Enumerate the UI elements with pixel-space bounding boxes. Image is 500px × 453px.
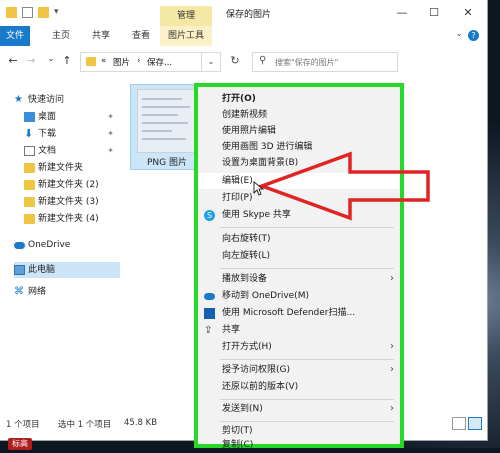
address-toolbar: ← → ⌄ ↑ « 图片 › 保存... ⌄ ↻ ⚲ 搜索"保存的图片" [0, 46, 487, 76]
pin-icon: ✦ [107, 146, 114, 155]
breadcrumb-separator: › [137, 56, 141, 66]
title-bar: ▾ 管理 保存的图片 — ☐ ✕ [0, 0, 487, 26]
submenu-arrow-icon: › [390, 341, 394, 352]
nav-network[interactable]: ⌘ 网络 [14, 284, 120, 300]
menu-separator [220, 359, 394, 360]
desktop-icon [24, 112, 35, 122]
forward-button[interactable]: → [24, 54, 38, 67]
menu-item-share[interactable]: ⇪ 共享 [198, 322, 400, 338]
ribbon-expand-icon[interactable]: ⌄ [455, 29, 463, 39]
checklist-icon[interactable] [22, 7, 33, 18]
mouse-cursor-icon [253, 181, 264, 196]
menu-item-send-to[interactable]: 发送到(N) › [198, 401, 400, 417]
computer-icon [14, 265, 25, 275]
search-placeholder: 搜索"保存的图片" [275, 58, 339, 67]
menu-item-rotate-right[interactable]: 向右旋转(T) [198, 231, 400, 247]
star-icon: ★ [14, 94, 23, 105]
annotation-arrow-icon [258, 151, 430, 221]
breadcrumb-saved[interactable]: 保存... [147, 56, 172, 68]
navigation-pane: ★ 快速访问 桌面 ✦ ⬇ 下载 ✦ 文档 ✦ 新建文件夹 新建文件夹 (2) [0, 80, 122, 410]
selection-count: 选中 1 个项目 [58, 420, 112, 430]
folder-icon [24, 163, 35, 173]
tab-view[interactable]: 查看 [124, 26, 158, 46]
tab-home[interactable]: 主页 [44, 26, 78, 46]
search-icon: ⚲ [259, 55, 267, 66]
nav-desktop[interactable]: 桌面 ✦ [24, 109, 120, 125]
menu-item-rotate-left[interactable]: 向左旋转(L) [198, 248, 400, 264]
menu-item-open-with[interactable]: 打开方式(H) › [198, 339, 400, 355]
nav-new-folder-4[interactable]: 新建文件夹 (4) [24, 211, 120, 227]
qat-dropdown-icon[interactable]: ▾ [54, 7, 65, 18]
menu-item-grant-access[interactable]: 授予访问权限(G) › [198, 362, 400, 378]
submenu-arrow-icon: › [390, 364, 394, 375]
breadcrumb-pictures[interactable]: 图片 [113, 56, 130, 68]
address-dropdown-button[interactable]: ⌄ [202, 52, 221, 72]
nav-quick-access[interactable]: ★ 快速访问 [14, 92, 120, 108]
file-item-png[interactable]: PNG 图片 [130, 84, 204, 170]
menu-item-restore-versions[interactable]: 还原以前的版本(V) [198, 379, 400, 395]
menu-separator [220, 227, 394, 228]
nav-onedrive[interactable]: OneDrive [14, 237, 120, 253]
file-name-label: PNG 图片 [147, 158, 187, 168]
menu-item-move-to-onedrive[interactable]: 移动到 OneDrive(M) [198, 288, 400, 304]
submenu-arrow-icon: › [390, 273, 394, 284]
submenu-arrow-icon: › [390, 403, 394, 414]
image-thumbnail [137, 89, 197, 153]
menu-item-create-video[interactable]: 创建新视频 [198, 107, 400, 123]
breadcrumb-overflow[interactable]: « [101, 56, 106, 66]
item-count: 1 个项目 [6, 420, 40, 430]
tab-file[interactable]: 文件 [0, 26, 30, 46]
ribbon-tabs: 文件 主页 共享 查看 图片工具 ⌄ ? [0, 26, 487, 47]
up-button[interactable]: ↑ [60, 54, 74, 67]
menu-item-defender-scan[interactable]: 使用 Microsoft Defender扫描... [198, 305, 400, 321]
minimize-button[interactable]: — [392, 5, 412, 21]
tab-share[interactable]: 共享 [84, 26, 118, 46]
folder-icon [86, 57, 96, 66]
search-box[interactable]: ⚲ 搜索"保存的图片" [252, 52, 398, 72]
nav-this-pc[interactable]: 此电脑 [14, 262, 120, 278]
cloud-icon [14, 242, 25, 249]
address-bar[interactable]: « 图片 › 保存... [80, 52, 202, 72]
menu-separator [220, 399, 394, 400]
pin-icon: ✦ [107, 129, 114, 138]
large-icons-view-button[interactable] [468, 417, 482, 430]
nav-downloads[interactable]: ⬇ 下载 ✦ [24, 126, 120, 142]
folder-icon [6, 7, 17, 18]
details-view-button[interactable] [452, 417, 466, 430]
nav-documents[interactable]: 文档 ✦ [24, 143, 120, 159]
maximize-button[interactable]: ☐ [424, 5, 444, 21]
folder-icon [24, 197, 35, 207]
menu-item-cast-to-device[interactable]: 播放到设备 › [198, 271, 400, 287]
nav-new-folder-3[interactable]: 新建文件夹 (3) [24, 194, 120, 210]
menu-separator [220, 421, 394, 422]
window-title: 保存的图片 [226, 10, 272, 20]
watermark-badge: 标高 [8, 438, 32, 450]
download-icon: ⬇ [24, 127, 34, 140]
close-button[interactable]: ✕ [458, 5, 478, 21]
menu-item-open[interactable]: 打开(O) [198, 91, 400, 107]
share-icon: ⇪ [204, 325, 213, 336]
help-icon[interactable]: ? [468, 30, 479, 41]
folder-icon [24, 180, 35, 190]
pin-icon: ✦ [107, 112, 114, 121]
menu-item-copy[interactable]: 复制(C) [198, 437, 400, 453]
recent-locations-button[interactable]: ⌄ [44, 54, 58, 63]
cloud-icon [204, 293, 215, 300]
network-icon: ⌘ [14, 286, 24, 297]
context-menu: 打开(O) 创建新视频 使用照片编辑 使用画图 3D 进行编辑 设置为桌面背景(… [194, 83, 404, 450]
document-icon [24, 146, 35, 156]
folder-icon [24, 214, 35, 224]
back-button[interactable]: ← [6, 54, 20, 67]
tab-picture-tools[interactable]: 图片工具 [160, 26, 212, 46]
new-folder-icon[interactable] [38, 7, 49, 18]
refresh-button[interactable]: ↻ [226, 52, 244, 70]
selection-size: 45.8 KB [124, 418, 158, 428]
manage-tab-header: 管理 [160, 6, 212, 26]
shield-icon [204, 308, 215, 319]
nav-new-folder[interactable]: 新建文件夹 [24, 160, 120, 176]
menu-separator [220, 268, 394, 269]
menu-item-edit-with-photos[interactable]: 使用照片编辑 [198, 123, 400, 139]
nav-new-folder-2[interactable]: 新建文件夹 (2) [24, 177, 120, 193]
skype-icon: S [204, 210, 215, 221]
